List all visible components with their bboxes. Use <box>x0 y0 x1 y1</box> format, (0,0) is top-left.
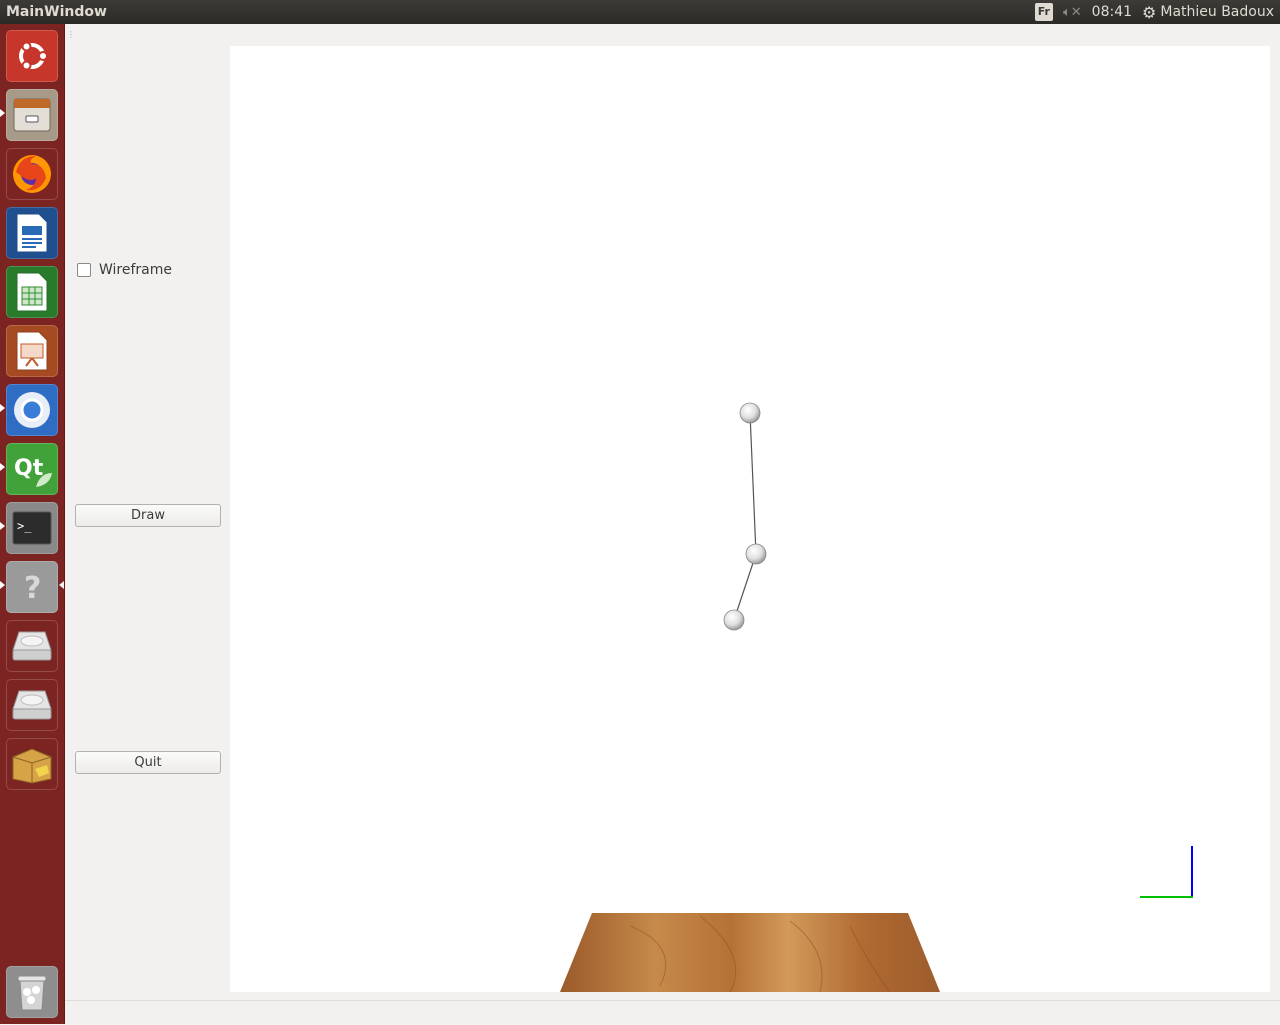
launcher-item-firefox[interactable] <box>6 148 58 200</box>
joint-sphere <box>745 543 767 565</box>
running-indicator <box>0 109 5 117</box>
gear-icon[interactable]: ⚙ <box>1142 3 1156 22</box>
launcher-item-ubuntu-dash[interactable] <box>6 30 58 82</box>
status-bar <box>65 1000 1280 1025</box>
svg-text:Qt: Qt <box>14 456 44 481</box>
top-panel: MainWindow Fr 🔈︎✕ 08:41 ⚙ Mathieu Badoux <box>0 0 1280 24</box>
calc-spreadsheet-icon <box>16 272 48 312</box>
launcher-item-chromium[interactable] <box>6 384 58 436</box>
window-title: MainWindow <box>6 4 107 20</box>
running-indicator <box>0 463 5 471</box>
launcher: Qt >_ ? <box>0 24 65 1024</box>
bone-link <box>733 553 757 621</box>
launcher-item-qt-creator[interactable]: Qt <box>6 443 58 495</box>
scene-canvas <box>560 402 1193 992</box>
quit-button[interactable]: Quit <box>75 751 221 774</box>
joint-sphere <box>723 609 745 631</box>
volume-muted-icon[interactable]: 🔈︎✕ <box>1063 5 1082 20</box>
svg-text:?: ? <box>24 571 41 606</box>
software-package-icon <box>12 748 52 784</box>
running-indicator <box>0 581 5 589</box>
clock[interactable]: 08:41 <box>1092 4 1132 20</box>
gl-viewport[interactable] <box>230 46 1270 992</box>
file-cabinet-icon <box>13 98 51 132</box>
wireframe-label: Wireframe <box>99 262 173 278</box>
wireframe-checkbox[interactable] <box>77 263 91 277</box>
impress-presentation-icon <box>16 331 48 371</box>
ubuntu-logo-icon <box>19 41 48 71</box>
wireframe-checkbox-row[interactable]: Wireframe <box>77 262 172 278</box>
bone-link <box>749 412 757 555</box>
controls-panel: Wireframe Draw Quit <box>65 24 230 1000</box>
launcher-item-software-center[interactable] <box>6 738 58 790</box>
launcher-item-files[interactable] <box>6 89 58 141</box>
running-indicator <box>0 404 5 412</box>
draw-button[interactable]: Draw <box>75 504 221 527</box>
terminal-icon: >_ <box>12 511 52 545</box>
panel-indicators: Fr 🔈︎✕ 08:41 ⚙ Mathieu Badoux <box>1034 0 1274 24</box>
joint-sphere <box>739 402 761 424</box>
qt-logo-icon: Qt <box>14 456 52 487</box>
firefox-icon <box>13 155 51 193</box>
launcher-item-help[interactable]: ? <box>6 561 58 613</box>
hard-drive-icon <box>12 690 52 720</box>
trash-icon <box>17 975 47 1011</box>
launcher-item-terminal[interactable]: >_ <box>6 502 58 554</box>
launcher-item-drive-1[interactable] <box>6 620 58 672</box>
launcher-item-trash[interactable] <box>6 966 58 1018</box>
launcher-item-drive-2[interactable] <box>6 679 58 731</box>
launcher-item-libreoffice-calc[interactable] <box>6 266 58 318</box>
keyboard-layout-indicator[interactable]: Fr <box>1034 3 1053 21</box>
writer-document-icon <box>16 213 48 253</box>
wood-floor <box>560 913 940 992</box>
active-indicator <box>59 581 64 589</box>
hard-drive-icon <box>12 631 52 661</box>
user-menu[interactable]: Mathieu Badoux <box>1160 4 1274 20</box>
chromium-icon <box>14 392 50 428</box>
help-question-icon: ? <box>24 571 41 606</box>
launcher-item-libreoffice-writer[interactable] <box>6 207 58 259</box>
launcher-item-libreoffice-impress[interactable] <box>6 325 58 377</box>
running-indicator <box>0 522 5 530</box>
svg-text:>_: >_ <box>17 519 32 533</box>
